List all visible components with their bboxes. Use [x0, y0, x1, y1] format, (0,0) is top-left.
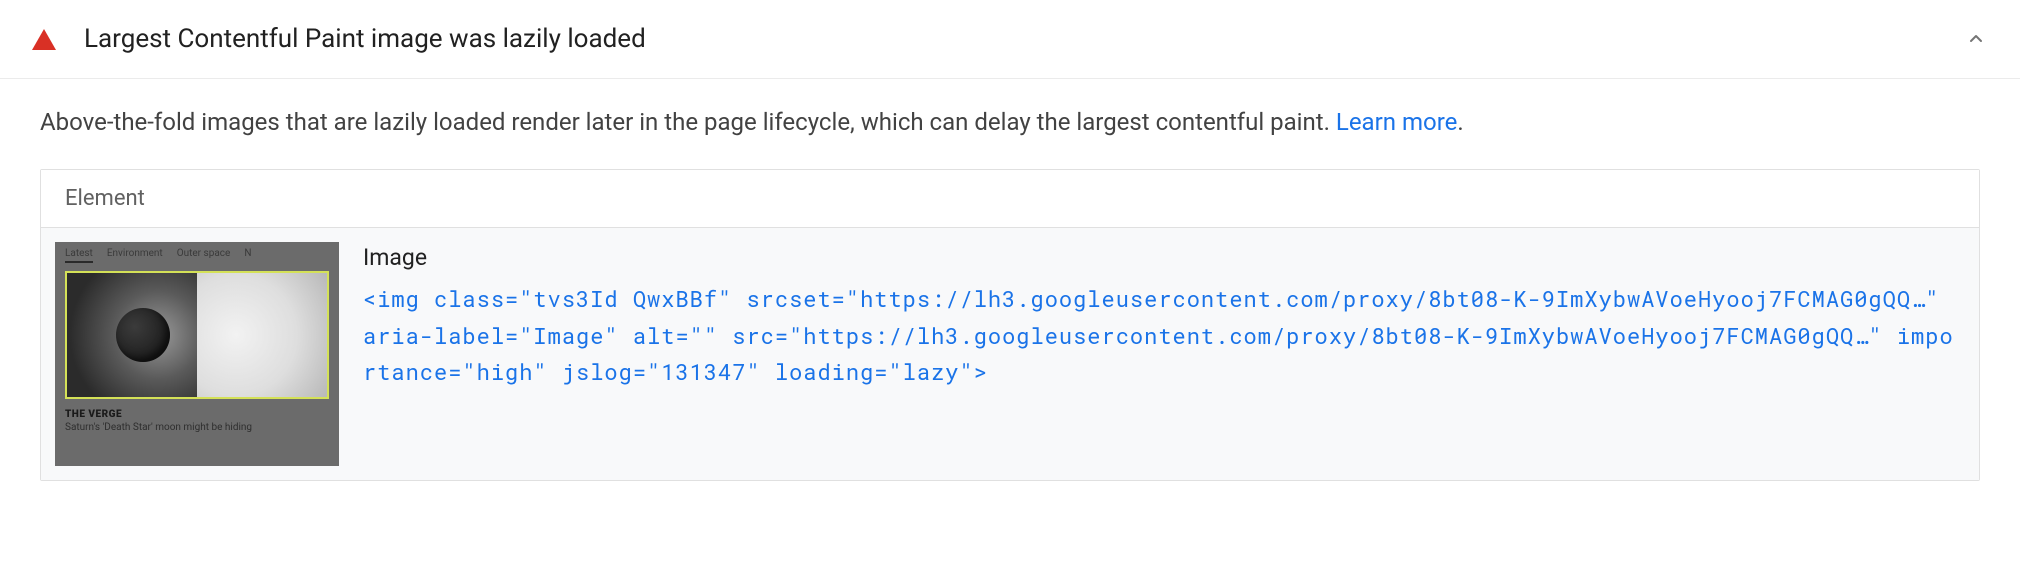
audit-item: Largest Contentful Paint image was lazil…	[0, 0, 2020, 505]
element-label: Image	[363, 244, 1965, 271]
thumbnail-highlighted-image	[65, 271, 329, 399]
learn-more-link[interactable]: Learn more	[1336, 108, 1457, 136]
audit-body: Above-the-fold images that are lazily lo…	[0, 79, 2020, 505]
thumbnail-caption: Saturn's 'Death Star' moon might be hidi…	[55, 420, 339, 437]
element-table: Element Latest Environment Outer space N…	[40, 169, 1980, 481]
thumbnail-nav-item: N	[244, 248, 251, 263]
element-code-snippet: <img class="tvs3Id QwxBBf" srcset="https…	[363, 281, 1965, 390]
chevron-up-icon	[1964, 27, 1988, 51]
audit-description: Above-the-fold images that are lazily lo…	[40, 103, 1980, 141]
thumbnail-nav-item: Environment	[107, 248, 163, 263]
audit-header[interactable]: Largest Contentful Paint image was lazil…	[0, 0, 2020, 79]
moon-image-right	[197, 273, 327, 397]
moon-image-left	[67, 273, 197, 397]
thumbnail-nav-item: Outer space	[177, 248, 231, 263]
thumbnail-nav-item: Latest	[65, 248, 93, 263]
thumbnail-nav: Latest Environment Outer space N	[55, 242, 339, 265]
element-details: Image <img class="tvs3Id QwxBBf" srcset=…	[363, 242, 1965, 390]
audit-title: Largest Contentful Paint image was lazil…	[84, 24, 1964, 54]
table-row: Latest Environment Outer space N THE VER…	[41, 228, 1979, 480]
thumbnail-brand: THE VERGE	[55, 405, 339, 420]
warning-triangle-icon	[32, 29, 56, 50]
element-thumbnail: Latest Environment Outer space N THE VER…	[55, 242, 339, 466]
audit-description-text: Above-the-fold images that are lazily lo…	[40, 108, 1336, 136]
table-header: Element	[41, 170, 1979, 228]
